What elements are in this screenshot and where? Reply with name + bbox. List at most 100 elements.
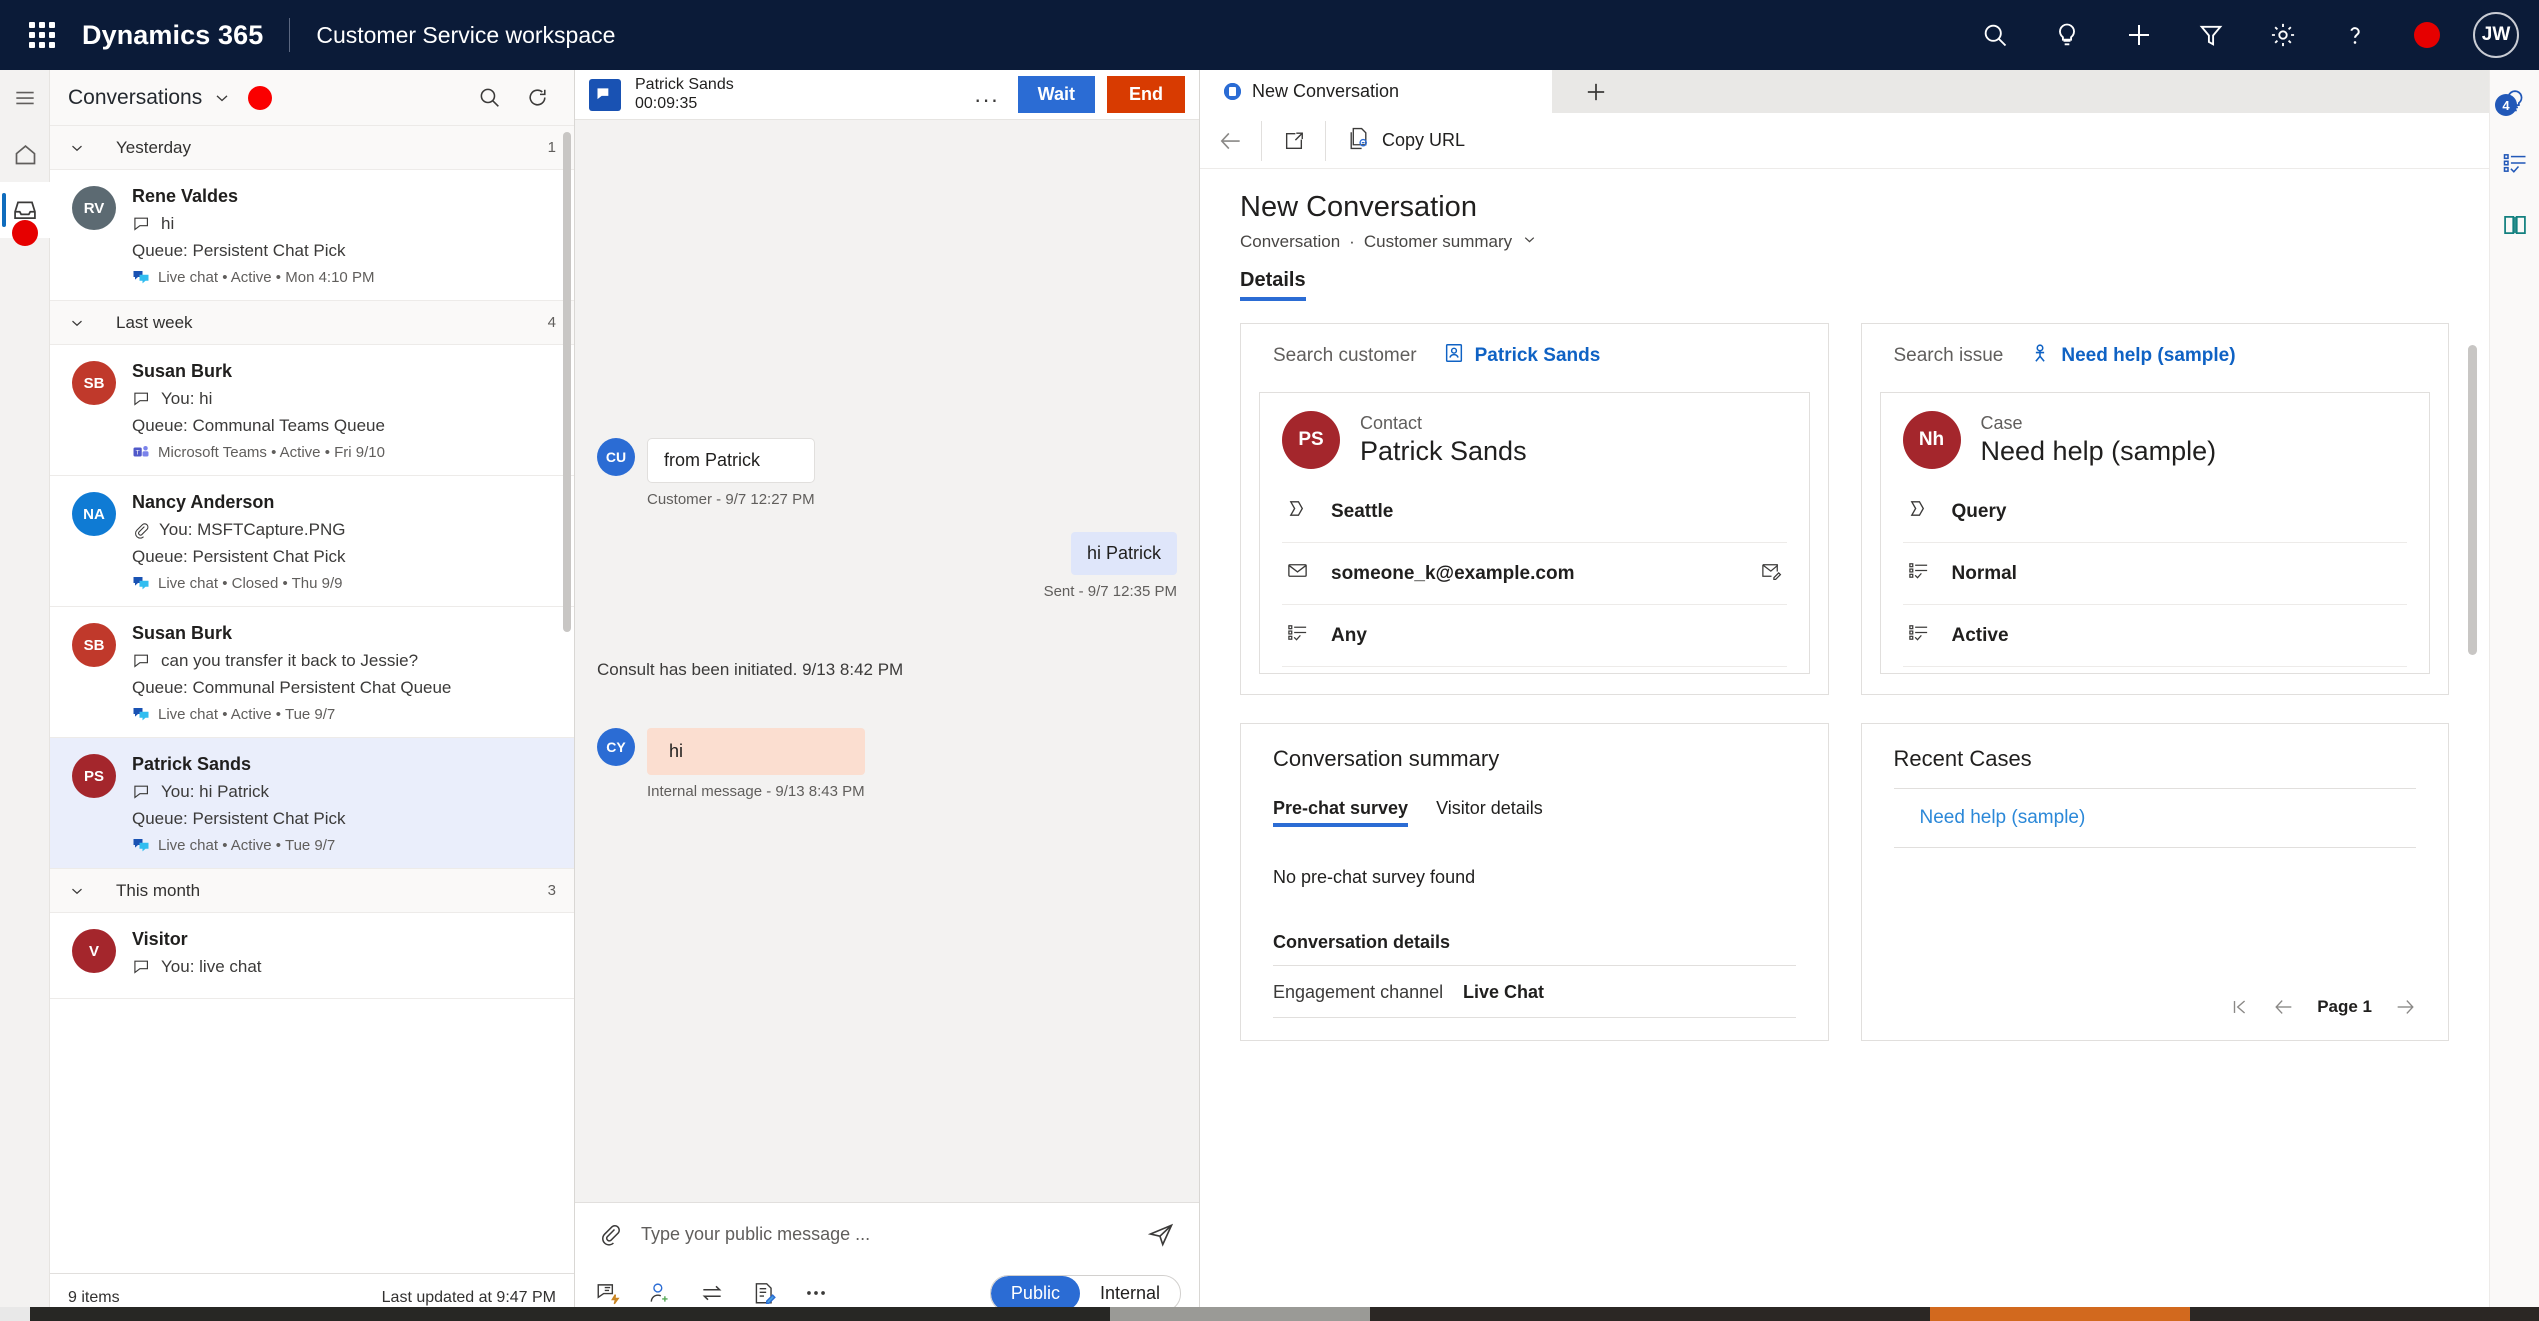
conversation-customer-name: Nancy Anderson bbox=[132, 492, 275, 512]
case-card: Search issue Need help (sample) Nh Case … bbox=[1860, 323, 2449, 695]
chat-more-options-button[interactable]: ... bbox=[969, 81, 1006, 108]
chevron-down-icon[interactable] bbox=[68, 139, 86, 157]
conversation-snippet-text: You: hi Patrick bbox=[161, 782, 270, 801]
conversation-meta: T Microsoft Teams • Active • Fri 9/10 bbox=[132, 443, 556, 461]
taskbar-segment bbox=[30, 1307, 1110, 1321]
conversation-list-item[interactable]: NA Nancy Anderson You: MSFTCapture.PNG Queu… bbox=[50, 476, 574, 607]
case-field-type: Query bbox=[1902, 481, 2407, 543]
conversation-list-item[interactable]: PS Patrick Sands You: hi Patrick Queue: Per… bbox=[50, 738, 574, 869]
smart-assist-icon[interactable]: 4 bbox=[2490, 70, 2539, 132]
chat-pane: Patrick Sands 00:09:35 ... Wait End CU f… bbox=[575, 70, 1200, 1321]
attachment-icon[interactable] bbox=[593, 1222, 627, 1246]
home-icon[interactable] bbox=[0, 126, 50, 182]
filter-icon[interactable] bbox=[2175, 0, 2247, 70]
add-tab-button[interactable] bbox=[1552, 70, 1640, 113]
subtab-pre-chat-survey[interactable]: Pre-chat survey bbox=[1273, 798, 1409, 827]
mode-public-button[interactable]: Public bbox=[990, 1275, 1080, 1311]
customer-email-value: someone_k@example.com bbox=[1331, 562, 1575, 584]
copy-url-button[interactable]: Copy URL bbox=[1326, 126, 1485, 156]
presence-dot-icon[interactable] bbox=[2391, 0, 2463, 70]
conversation-meta: Live chat • Active • Mon 4:10 PM bbox=[132, 268, 556, 286]
choice-icon bbox=[1907, 621, 1930, 650]
attachment-icon bbox=[132, 521, 150, 539]
conversation-list-item[interactable]: V Visitor You: live chat bbox=[50, 913, 574, 999]
customer-entity-header: PS Contact Patrick Sands bbox=[1282, 411, 1787, 469]
mode-internal-button[interactable]: Internal bbox=[1080, 1276, 1180, 1311]
knowledge-book-icon[interactable] bbox=[2490, 194, 2539, 256]
chevron-down-icon[interactable] bbox=[212, 88, 232, 108]
message-input[interactable] bbox=[627, 1223, 1141, 1245]
avatar[interactable]: JW bbox=[2473, 12, 2519, 58]
conversation-group-header[interactable]: This month 3 bbox=[50, 869, 574, 913]
conversation-snippet: hi bbox=[132, 214, 556, 234]
tab-details[interactable]: Details bbox=[1240, 269, 1306, 301]
conversations-presence-dot-icon[interactable] bbox=[248, 85, 273, 110]
customer-entity-card: PS Contact Patrick Sands Seattle someone… bbox=[1259, 392, 1810, 674]
waffle-icon[interactable] bbox=[14, 22, 70, 48]
lightbulb-icon[interactable] bbox=[2031, 0, 2103, 70]
page-prev-icon[interactable] bbox=[2273, 996, 2295, 1018]
chevron-down-icon[interactable] bbox=[68, 314, 86, 332]
inbox-presence-badge bbox=[12, 220, 38, 246]
wait-button[interactable]: Wait bbox=[1017, 76, 1095, 113]
quick-reply-icon[interactable] bbox=[593, 1278, 623, 1308]
subtab-visitor-details[interactable]: Visitor details bbox=[1436, 798, 1543, 827]
agent-script-icon[interactable] bbox=[2490, 132, 2539, 194]
consult-icon[interactable] bbox=[645, 1278, 675, 1308]
notes-icon[interactable] bbox=[749, 1278, 779, 1308]
chat-icon bbox=[132, 782, 152, 802]
conversation-list-item[interactable]: RV Rene Valdes hi Queue: Persistent Chat Pi… bbox=[50, 170, 574, 301]
popout-icon[interactable] bbox=[1262, 120, 1326, 161]
form-scrollbar[interactable] bbox=[2468, 345, 2477, 655]
conversation-list-item[interactable]: SB Susan Burk You: hi Queue: Communal Teams… bbox=[50, 345, 574, 476]
customer-field-email: someone_k@example.com bbox=[1282, 543, 1787, 605]
conversation-group-label: This month bbox=[116, 880, 201, 900]
transfer-icon[interactable] bbox=[697, 1278, 727, 1308]
composer-more-icon[interactable] bbox=[801, 1278, 831, 1308]
conversation-group-header[interactable]: Last week 4 bbox=[50, 301, 574, 345]
search-issue-value[interactable]: Need help (sample) bbox=[2029, 342, 2236, 370]
breadcrumb-form[interactable]: Customer summary bbox=[1364, 232, 1512, 252]
conversation-group-header[interactable]: Yesterday 1 bbox=[50, 126, 574, 170]
conversation-snippet-text: You: hi bbox=[161, 389, 213, 408]
live-chat-icon bbox=[132, 574, 150, 592]
conversation-snippet: You: live chat bbox=[132, 957, 556, 977]
end-button[interactable]: End bbox=[1107, 76, 1185, 113]
tab-new-conversation[interactable]: New Conversation bbox=[1200, 70, 1552, 113]
conversations-refresh-icon[interactable] bbox=[518, 79, 556, 117]
search-icon[interactable] bbox=[1959, 0, 2031, 70]
customer-choice-value: Any bbox=[1331, 624, 1367, 646]
customer-card: Search customer Patrick Sands PS Contact… bbox=[1240, 323, 1829, 695]
plus-icon[interactable] bbox=[2103, 0, 2175, 70]
taskbar-segment bbox=[2190, 1307, 2539, 1321]
back-arrow-icon[interactable] bbox=[1200, 120, 1262, 161]
conversation-group-count: 1 bbox=[547, 139, 556, 156]
search-customer-value[interactable]: Patrick Sands bbox=[1443, 342, 1600, 370]
conversation-meta-text: Microsoft Teams • Active • Fri 9/10 bbox=[158, 443, 385, 461]
conversation-list-item[interactable]: SB Susan Burk can you transfer it back to … bbox=[50, 607, 574, 738]
message-avatar: CU bbox=[597, 438, 635, 476]
gear-icon[interactable] bbox=[2247, 0, 2319, 70]
conversation-group-count: 4 bbox=[547, 314, 556, 331]
conversations-scrollbar[interactable] bbox=[563, 132, 571, 632]
session-tab-strip: New Conversation bbox=[1200, 70, 2489, 113]
send-icon[interactable] bbox=[1141, 1220, 1181, 1248]
chat-icon bbox=[132, 957, 152, 977]
send-email-icon[interactable] bbox=[1760, 559, 1783, 588]
conversations-item-count: 9 items bbox=[68, 1288, 120, 1306]
recent-case-item[interactable]: Need help (sample) bbox=[1893, 789, 2416, 848]
page-next-icon[interactable] bbox=[2394, 996, 2416, 1018]
sidebar-item-inbox[interactable] bbox=[0, 182, 50, 246]
search-issue-text: Need help (sample) bbox=[2061, 345, 2236, 366]
page-first-icon[interactable] bbox=[2229, 996, 2251, 1018]
conversation-queue: Queue: Persistent Chat Pick bbox=[132, 241, 346, 260]
message-mode-toggle[interactable]: Public Internal bbox=[989, 1274, 1181, 1312]
conversations-search-icon[interactable] bbox=[470, 79, 508, 117]
help-icon[interactable] bbox=[2319, 0, 2391, 70]
conversation-customer-name: Susan Burk bbox=[132, 361, 233, 381]
chevron-down-icon[interactable] bbox=[68, 882, 86, 900]
hamburger-icon[interactable] bbox=[0, 70, 50, 126]
chat-composer: Public Internal bbox=[575, 1202, 1199, 1321]
chevron-down-icon[interactable] bbox=[1521, 231, 1538, 253]
conversation-snippet: can you transfer it back to Jessie? bbox=[132, 651, 556, 671]
